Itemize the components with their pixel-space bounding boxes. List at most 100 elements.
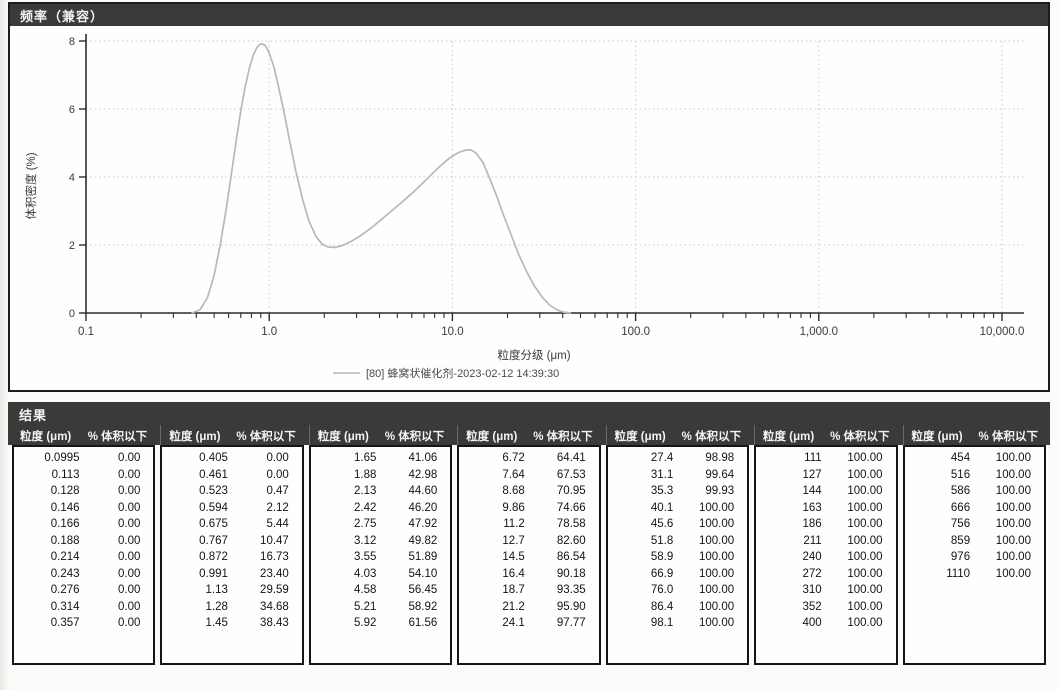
particle-size-value: 0.767	[162, 533, 228, 550]
results-header: 结果 粒度 (μm)% 体积以下粒度 (μm)% 体积以下粒度 (μm)% 体积…	[8, 402, 1050, 445]
pct-column-header: % 体积以下	[377, 428, 452, 444]
volume-under-value: 0.00	[80, 467, 154, 484]
particle-size-value: 0.523	[162, 483, 228, 500]
chart-area: 024680.11.010.0100.01,000.010,000.0粒度分级 …	[10, 26, 1048, 390]
particle-size-value: 0.872	[162, 549, 228, 566]
volume-under-value: 100.00	[673, 566, 747, 583]
particle-size-value: 0.357	[14, 615, 80, 632]
results-table-group: 1.6541.061.8842.982.1344.602.4246.202.75…	[309, 445, 452, 665]
table-row: 14.586.54	[459, 549, 598, 566]
volume-under-value: 54.10	[376, 566, 450, 583]
particle-size-value: 8.68	[459, 483, 525, 500]
particle-size-value: 0.675	[162, 516, 228, 533]
table-row: 5.9261.56	[311, 615, 450, 632]
volume-under-value: 0.00	[228, 450, 302, 467]
particle-size-value: 1.65	[311, 450, 377, 467]
volume-under-value: 100.00	[970, 533, 1044, 550]
table-row: 1.6541.06	[311, 450, 450, 467]
table-row: 0.87216.73	[162, 549, 301, 566]
particle-size-value: 1.45	[162, 615, 228, 632]
table-row: 0.2760.00	[14, 582, 153, 599]
volume-under-value: 100.00	[822, 599, 896, 616]
particle-size-value: 0.113	[14, 467, 80, 484]
table-row: 0.1460.00	[14, 500, 153, 517]
volume-under-value: 38.43	[228, 615, 302, 632]
volume-under-value: 100.00	[822, 582, 896, 599]
volume-under-value: 0.00	[80, 516, 154, 533]
table-row: 4.5856.45	[311, 582, 450, 599]
table-row: 27.498.98	[608, 450, 747, 467]
table-row: 5.2158.92	[311, 599, 450, 616]
volume-under-value: 100.00	[673, 533, 747, 550]
table-row: 18.793.35	[459, 582, 598, 599]
volume-under-value: 100.00	[673, 615, 747, 632]
table-row: 3.1249.82	[311, 533, 450, 550]
size-column-header: 粒度 (μm)	[755, 428, 822, 444]
volume-under-value: 100.00	[673, 599, 747, 616]
particle-size-value: 7.64	[459, 467, 525, 484]
particle-size-value: 0.0995	[14, 450, 80, 467]
volume-under-value: 100.00	[970, 483, 1044, 500]
particle-size-value: 24.1	[459, 615, 525, 632]
table-row: 4.0354.10	[311, 566, 450, 583]
results-table-group: 0.09950.000.1130.000.1280.000.1460.000.1…	[12, 445, 155, 665]
volume-under-value: 46.20	[376, 500, 450, 517]
size-column-header: 粒度 (μm)	[12, 428, 79, 444]
x-axis-label: 粒度分级 (μm)	[497, 348, 570, 362]
legend-label: [80] 蜂窝状催化剂-2023-02-12 14:39:30	[366, 366, 559, 380]
table-row: 40.1100.00	[608, 500, 747, 517]
particle-size-value: 40.1	[608, 500, 674, 517]
table-row: 0.2430.00	[14, 566, 153, 583]
frequency-chart-svg: 024680.11.010.0100.01,000.010,000.0粒度分级 …	[10, 26, 1048, 390]
y-axis-label: 体积密度 (%)	[24, 152, 38, 219]
volume-under-value: 0.00	[80, 500, 154, 517]
table-row: 3.5551.89	[311, 549, 450, 566]
results-table-group: 6.7264.417.6467.538.6870.959.8674.6611.2…	[457, 445, 600, 665]
particle-size-value: 2.75	[311, 516, 377, 533]
table-row: 31.199.64	[608, 467, 747, 484]
volume-under-value: 44.60	[376, 483, 450, 500]
volume-under-value: 51.89	[376, 549, 450, 566]
x-tick-label: 1,000.0	[800, 326, 838, 338]
particle-size-value: 0.188	[14, 533, 80, 550]
frequency-curve	[192, 44, 570, 313]
table-row: 0.6755.44	[162, 516, 301, 533]
size-column-header: 粒度 (μm)	[310, 428, 377, 444]
particle-size-value: 272	[756, 566, 822, 583]
volume-under-value: 100.00	[673, 500, 747, 517]
volume-under-value: 97.77	[525, 615, 599, 632]
volume-under-value: 82.60	[525, 533, 599, 550]
volume-under-value: 78.58	[525, 516, 599, 533]
particle-size-value: 51.8	[608, 533, 674, 550]
table-row: 0.76710.47	[162, 533, 301, 550]
table-row: 76.0100.00	[608, 582, 747, 599]
table-row: 310100.00	[756, 582, 895, 599]
particle-size-value: 45.6	[608, 516, 674, 533]
table-row: 0.3140.00	[14, 599, 153, 616]
y-tick-label: 0	[69, 308, 75, 320]
particle-size-value: 240	[756, 549, 822, 566]
particle-size-value: 98.1	[608, 615, 674, 632]
table-row: 1.4538.43	[162, 615, 301, 632]
particle-size-value: 1110	[905, 566, 971, 583]
particle-size-value: 21.2	[459, 599, 525, 616]
volume-under-value: 100.00	[822, 549, 896, 566]
particle-size-value: 14.5	[459, 549, 525, 566]
volume-under-value: 0.47	[228, 483, 302, 500]
pct-column-header: % 体积以下	[525, 428, 600, 444]
volume-under-value: 64.41	[525, 450, 599, 467]
table-row: 8.6870.95	[459, 483, 598, 500]
table-row: 400100.00	[756, 615, 895, 632]
volume-under-value: 90.18	[525, 566, 599, 583]
volume-under-value: 5.44	[228, 516, 302, 533]
volume-under-value: 58.92	[376, 599, 450, 616]
y-tick-label: 8	[69, 36, 75, 48]
table-row: 454100.00	[905, 450, 1044, 467]
particle-size-value: 6.72	[459, 450, 525, 467]
frequency-panel-title: 频率（兼容）	[20, 6, 104, 25]
y-tick-label: 4	[69, 172, 75, 184]
table-row: 859100.00	[905, 533, 1044, 550]
particle-size-value: 0.461	[162, 467, 228, 484]
volume-under-value: 0.00	[80, 533, 154, 550]
pct-column-header: % 体积以下	[822, 428, 897, 444]
